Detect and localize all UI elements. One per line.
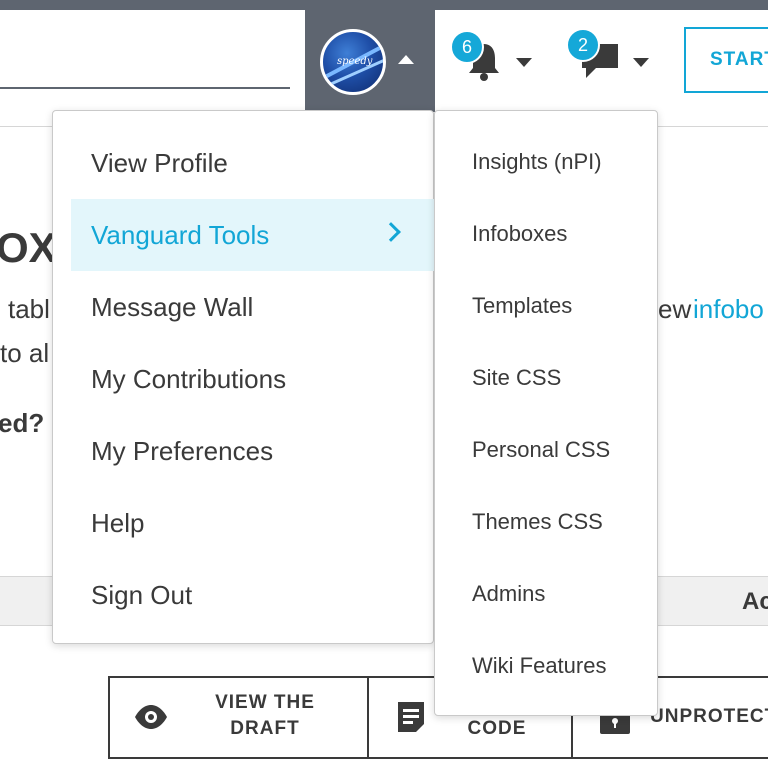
document-icon xyxy=(398,702,424,732)
menu-item-label: View Profile xyxy=(91,148,228,178)
chevron-right-icon xyxy=(381,222,401,242)
notifications-badge: 6 xyxy=(450,30,484,64)
chevron-down-icon[interactable] xyxy=(633,58,649,67)
menu-item-label: Sign Out xyxy=(91,580,193,610)
submenu-item-insights[interactable]: Insights (nPI) xyxy=(472,149,602,175)
menu-item-my-contributions[interactable]: My Contributions xyxy=(71,343,434,415)
avatar-signature: speedy xyxy=(337,56,373,67)
menu-item-my-preferences[interactable]: My Preferences xyxy=(71,415,434,487)
table-column-header: Ac xyxy=(742,588,768,615)
page-title: OX xyxy=(0,224,57,271)
caret-up-icon xyxy=(398,55,414,64)
body-text: to al xyxy=(0,338,50,368)
search-input[interactable] xyxy=(0,87,290,89)
code-button[interactable]: CODE xyxy=(452,716,542,742)
menu-item-label: Message Wall xyxy=(91,292,254,322)
submenu-item-templates[interactable]: Templates xyxy=(472,293,572,319)
vanguard-tools-submenu: Insights (nPI) Infoboxes Templates Site … xyxy=(434,110,658,716)
view-draft-label: DRAFT xyxy=(230,718,300,739)
user-dropdown-menu: View Profile Vanguard Tools Message Wall… xyxy=(52,110,434,644)
submenu-item-personal-css[interactable]: Personal CSS xyxy=(472,437,610,463)
menu-item-message-wall[interactable]: Message Wall xyxy=(71,271,434,343)
divider xyxy=(367,676,369,759)
menu-item-sign-out[interactable]: Sign Out xyxy=(71,559,434,631)
submenu-item-site-css[interactable]: Site CSS xyxy=(472,365,561,391)
menu-item-vanguard-tools[interactable]: Vanguard Tools xyxy=(71,199,434,271)
submenu-item-admins[interactable]: Admins xyxy=(472,581,545,607)
submenu-item-infoboxes[interactable]: Infoboxes xyxy=(472,221,567,247)
view-draft-label: VIEW THE xyxy=(215,692,315,713)
menu-item-label: Vanguard Tools xyxy=(91,220,270,250)
view-draft-button[interactable]: VIEW THE DRAFT xyxy=(190,690,340,742)
body-text: tabl xyxy=(8,294,50,324)
unprotect-button[interactable]: UNPROTECT xyxy=(650,704,768,730)
start-button[interactable]: START xyxy=(684,27,768,93)
menu-item-help[interactable]: Help xyxy=(71,487,434,559)
infobox-link[interactable]: infobo xyxy=(693,294,764,325)
avatar[interactable]: speedy xyxy=(320,29,386,95)
chevron-down-icon[interactable] xyxy=(516,58,532,67)
messages-badge: 2 xyxy=(566,28,600,62)
submenu-item-wiki-features[interactable]: Wiki Features xyxy=(472,653,606,679)
menu-item-view-profile[interactable]: View Profile xyxy=(71,127,434,199)
menu-item-label: My Preferences xyxy=(91,436,274,466)
menu-item-label: Help xyxy=(91,508,145,538)
menu-item-label: My Contributions xyxy=(91,364,287,394)
body-text: ew xyxy=(658,294,692,324)
body-text: ed? xyxy=(0,408,45,438)
submenu-item-themes-css[interactable]: Themes CSS xyxy=(472,509,603,535)
eye-icon xyxy=(135,705,167,729)
